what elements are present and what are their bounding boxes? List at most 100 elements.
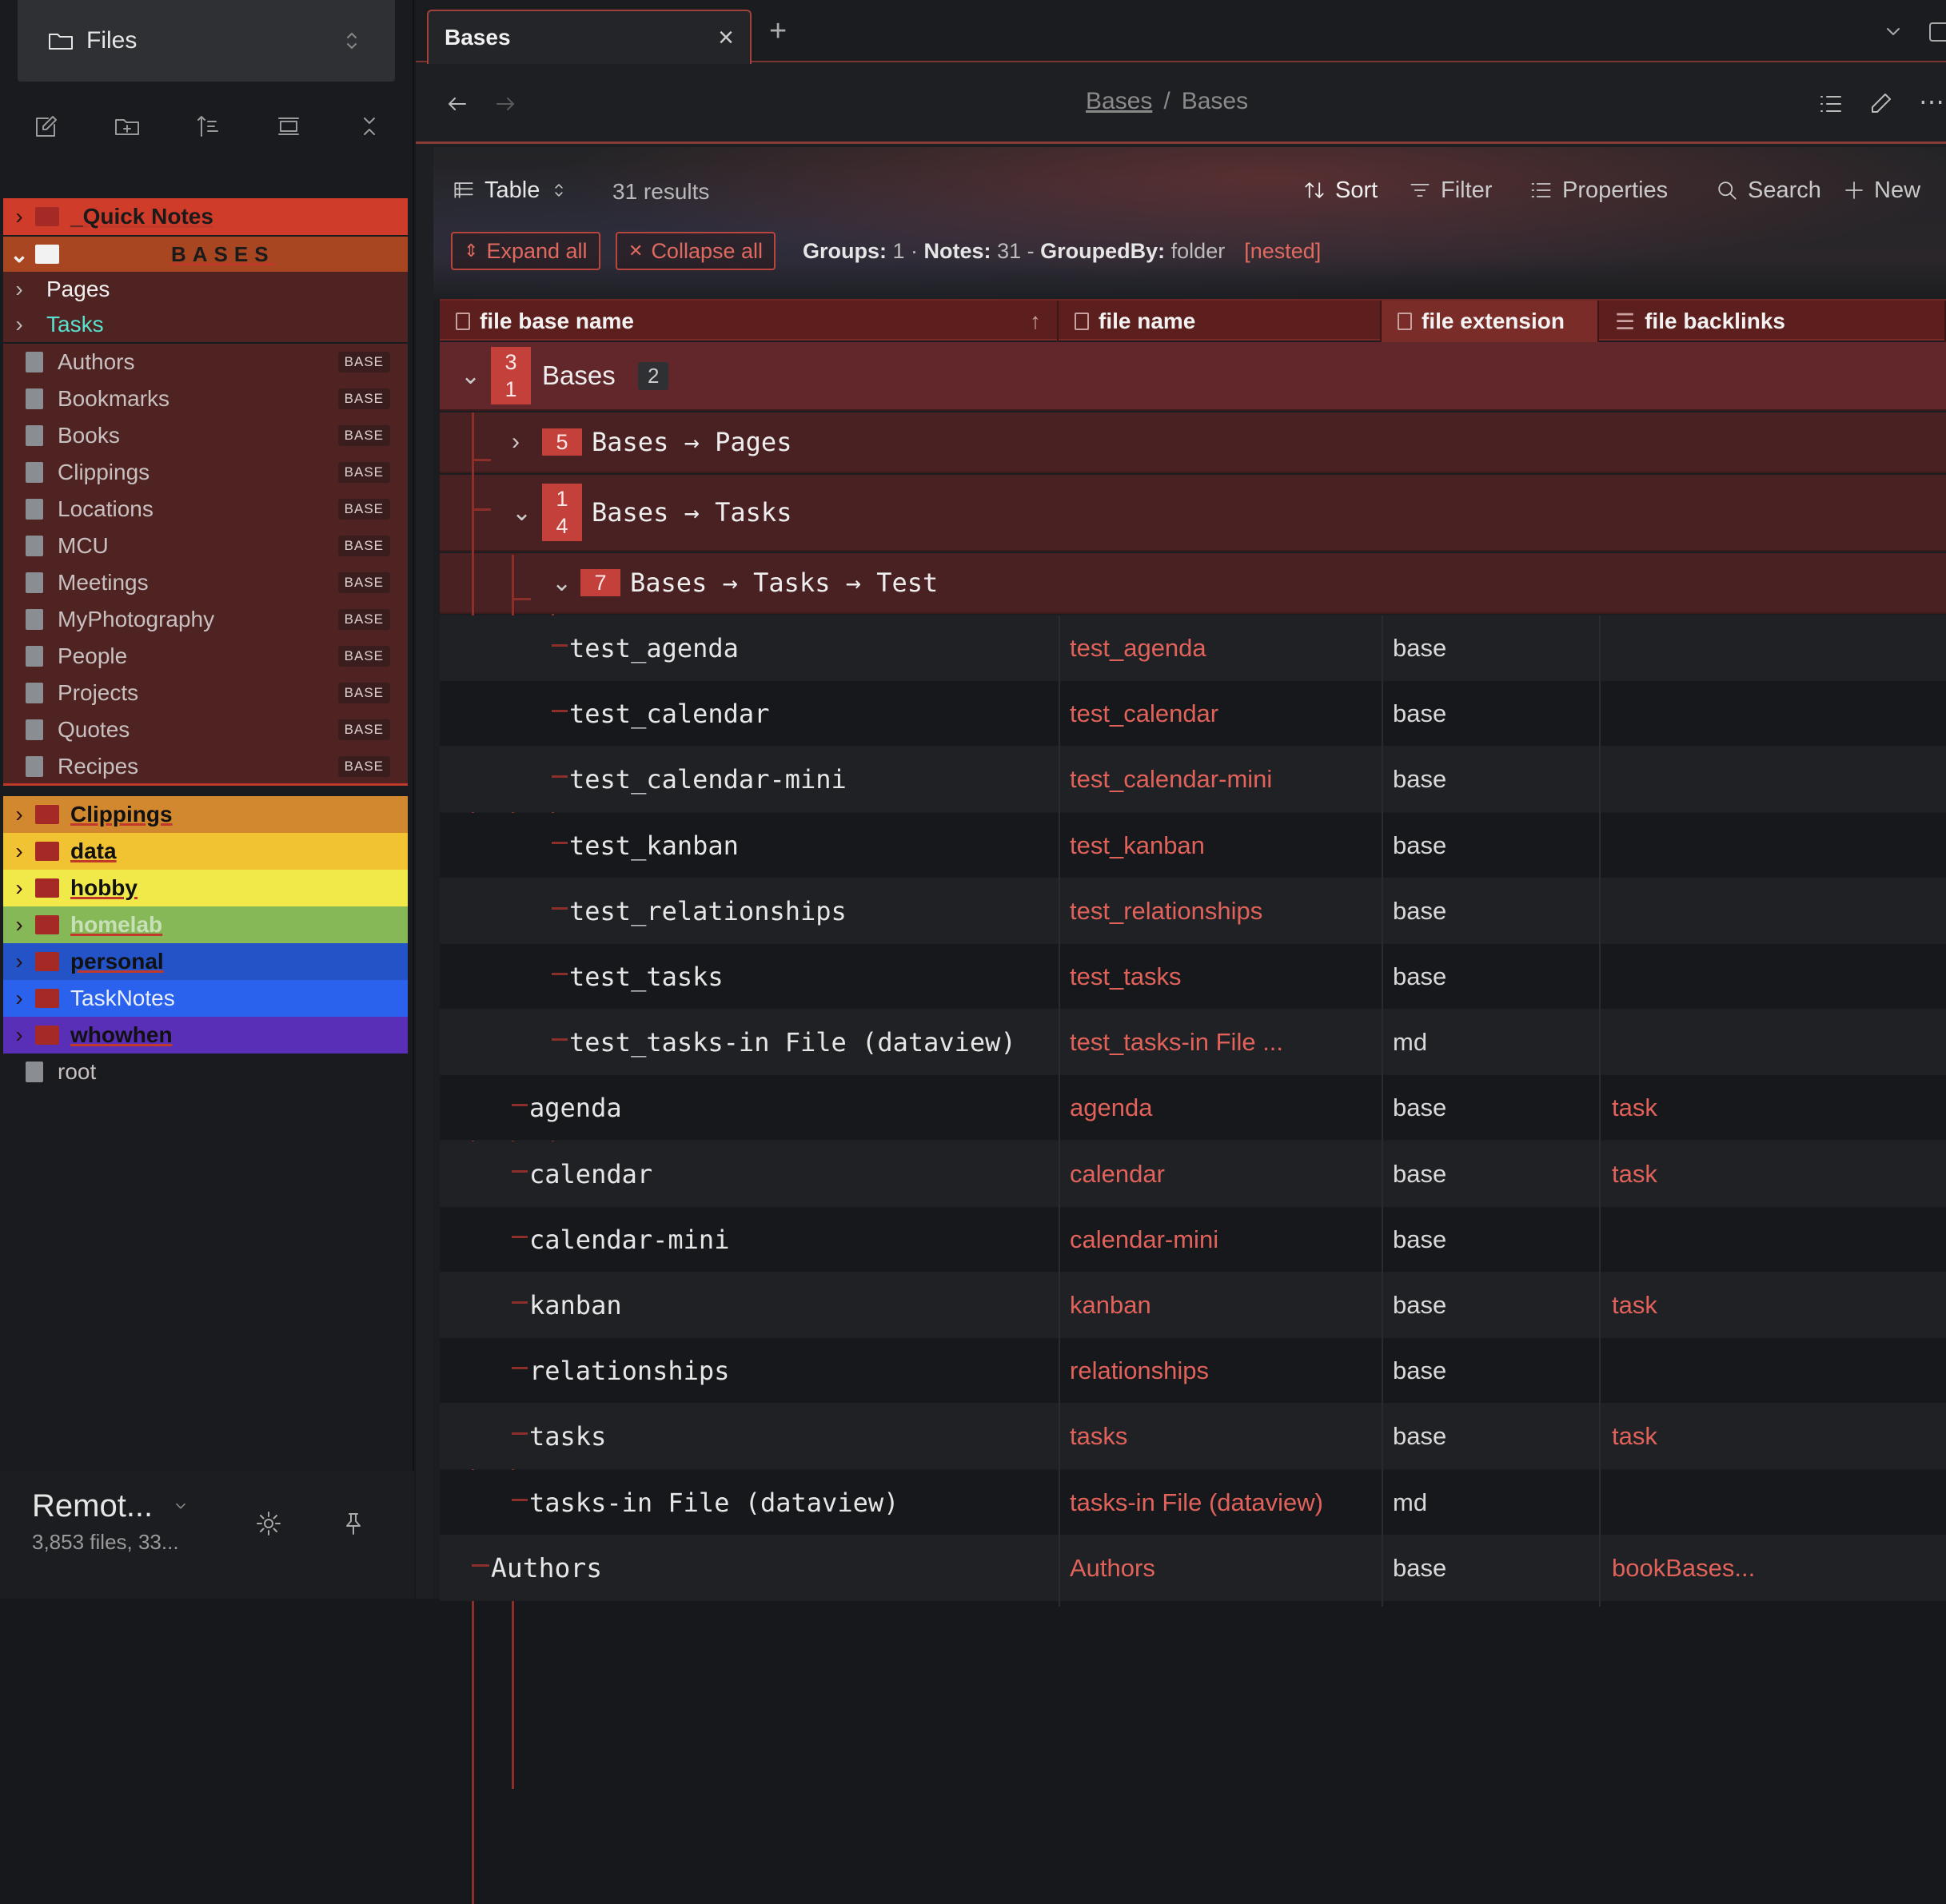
collapse-all-icon[interactable] bbox=[355, 112, 384, 141]
cell-file-name-link[interactable]: kanban bbox=[1059, 1273, 1378, 1338]
forward-arrow-icon[interactable] bbox=[491, 90, 520, 118]
pin-icon[interactable] bbox=[339, 1509, 368, 1538]
column-header-file-extension[interactable]: file extension bbox=[1382, 301, 1599, 342]
cell-file-base-name[interactable]: test_relationships bbox=[440, 878, 1055, 944]
cell-file-backlinks[interactable]: task bbox=[1599, 1141, 1946, 1207]
cell-file-backlinks[interactable] bbox=[1599, 1207, 1946, 1273]
cell-file-name-link[interactable]: tasks bbox=[1059, 1404, 1378, 1469]
group-row[interactable]: ⌄ 7 Bases → Tasks → Test bbox=[440, 553, 1946, 614]
cell-file-backlinks[interactable]: task bbox=[1599, 1075, 1946, 1141]
tree-folder[interactable]: › TaskNotes bbox=[3, 980, 408, 1017]
table-row[interactable]: test_relationships test_relationships base bbox=[440, 878, 1946, 944]
tree-folder[interactable]: › homelab bbox=[3, 906, 408, 943]
new-button[interactable]: New bbox=[1842, 176, 1920, 205]
chevron-right-icon[interactable]: › bbox=[3, 1022, 35, 1048]
cell-file-base-name[interactable]: Authors bbox=[440, 1536, 1055, 1601]
tree-folder[interactable]: › Tasks bbox=[3, 307, 408, 342]
tree-file[interactable]: Meetings BASE bbox=[3, 564, 408, 601]
tree-file[interactable]: MCU BASE bbox=[3, 528, 408, 564]
cell-file-backlinks[interactable] bbox=[1599, 1338, 1946, 1404]
files-view-switcher[interactable]: Files bbox=[18, 0, 395, 82]
new-note-icon[interactable] bbox=[32, 112, 61, 141]
cell-file-backlinks[interactable] bbox=[1599, 747, 1946, 812]
table-row[interactable]: calendar calendar base task bbox=[440, 1141, 1946, 1207]
properties-button[interactable]: Properties bbox=[1529, 176, 1668, 205]
cell-file-backlinks[interactable] bbox=[1599, 1470, 1946, 1536]
collapse-view-icon[interactable] bbox=[274, 112, 303, 141]
cell-file-name-link[interactable]: Authors bbox=[1059, 1536, 1378, 1601]
chevron-right-icon[interactable]: › bbox=[512, 428, 520, 456]
tree-file[interactable]: Quotes BASE bbox=[3, 711, 408, 748]
tree-folder[interactable]: › _Quick Notes bbox=[3, 198, 408, 235]
cell-file-backlinks[interactable] bbox=[1599, 878, 1946, 944]
vault-name[interactable]: Remot... bbox=[32, 1488, 153, 1524]
group-row[interactable]: ⌄ 1 4 Bases → Tasks bbox=[440, 475, 1946, 552]
tree-file[interactable]: root bbox=[3, 1054, 408, 1090]
table-row[interactable]: test_calendar-mini test_calendar-mini base bbox=[440, 747, 1946, 813]
cell-file-name-link[interactable]: test_calendar bbox=[1059, 681, 1378, 747]
cell-file-base-name[interactable]: test_calendar bbox=[440, 681, 1055, 747]
cell-file-base-name[interactable]: calendar bbox=[440, 1141, 1055, 1207]
chevron-right-icon[interactable]: › bbox=[3, 875, 35, 901]
chevron-right-icon[interactable]: › bbox=[3, 277, 35, 302]
filter-button[interactable]: Filter bbox=[1407, 176, 1492, 205]
chevron-right-icon[interactable]: › bbox=[3, 802, 35, 827]
view-selector[interactable]: Table bbox=[451, 176, 570, 205]
cell-file-name-link[interactable]: relationships bbox=[1059, 1338, 1378, 1404]
cell-file-name-link[interactable]: test_agenda bbox=[1059, 615, 1378, 681]
table-row[interactable]: calendar-mini calendar-mini base bbox=[440, 1206, 1946, 1273]
tree-folder[interactable]: ⌄ BASES bbox=[3, 237, 408, 272]
chevron-right-icon[interactable]: › bbox=[3, 312, 35, 337]
cell-file-name-link[interactable]: test_tasks bbox=[1059, 944, 1378, 1010]
group-row[interactable]: ⌄ 3 1 Bases 2 bbox=[440, 342, 1946, 411]
cell-file-base-name[interactable]: relationships bbox=[440, 1338, 1055, 1404]
new-folder-icon[interactable] bbox=[113, 112, 142, 141]
cell-file-base-name[interactable]: tasks bbox=[440, 1404, 1055, 1469]
cell-file-name-link[interactable]: calendar bbox=[1059, 1141, 1378, 1207]
back-arrow-icon[interactable] bbox=[443, 90, 472, 118]
settings-gear-icon[interactable] bbox=[254, 1509, 283, 1538]
sort-button[interactable]: Sort bbox=[1302, 176, 1378, 205]
chevron-right-icon[interactable]: › bbox=[3, 204, 35, 229]
chevron-right-icon[interactable]: › bbox=[3, 912, 35, 938]
close-tab-icon[interactable]: × bbox=[718, 22, 734, 54]
table-row[interactable]: kanban kanban base task bbox=[440, 1273, 1946, 1338]
cell-file-backlinks[interactable] bbox=[1599, 944, 1946, 1010]
cell-file-backlinks[interactable] bbox=[1599, 681, 1946, 747]
cell-file-backlinks[interactable]: task bbox=[1599, 1404, 1946, 1469]
chevron-right-icon[interactable]: › bbox=[3, 949, 35, 974]
tree-folder[interactable]: › Clippings bbox=[3, 796, 408, 833]
collapse-all-button[interactable]: ✕ Collapse all bbox=[616, 232, 776, 270]
cell-file-name-link[interactable]: test_relationships bbox=[1059, 878, 1378, 944]
chevron-down-icon[interactable] bbox=[169, 1492, 193, 1521]
cell-file-name-link[interactable]: test_calendar-mini bbox=[1059, 747, 1378, 812]
tree-file[interactable]: People BASE bbox=[3, 638, 408, 675]
tree-file[interactable]: Locations BASE bbox=[3, 491, 408, 528]
breadcrumb-parent[interactable]: Bases bbox=[1086, 88, 1152, 115]
cell-file-backlinks[interactable] bbox=[1599, 813, 1946, 878]
more-options-icon[interactable]: ⋯ bbox=[1919, 86, 1944, 117]
cell-file-name-link[interactable]: test_kanban bbox=[1059, 813, 1378, 878]
outline-list-icon[interactable] bbox=[1816, 90, 1845, 118]
table-row[interactable]: test_tasks-in File (dataview) test_tasks-… bbox=[440, 1010, 1946, 1076]
column-header-file-name[interactable]: file name bbox=[1059, 301, 1382, 342]
cell-file-name-link[interactable]: calendar-mini bbox=[1059, 1207, 1378, 1273]
cell-file-base-name[interactable]: test_calendar-mini bbox=[440, 747, 1055, 812]
table-row[interactable]: test_calendar test_calendar base bbox=[440, 681, 1946, 747]
table-row[interactable]: tasks-in File (dataview) tasks-in File (d… bbox=[440, 1469, 1946, 1536]
tab-list-chevron-icon[interactable] bbox=[1879, 18, 1908, 46]
tree-folder[interactable]: › personal bbox=[3, 943, 408, 980]
cell-file-base-name[interactable]: test_agenda bbox=[440, 615, 1055, 681]
tree-folder[interactable]: › data bbox=[3, 833, 408, 870]
chevron-down-icon[interactable]: ⌄ bbox=[461, 362, 481, 390]
cell-file-backlinks[interactable]: task bbox=[1599, 1273, 1946, 1338]
chevron-right-icon[interactable]: › bbox=[3, 838, 35, 864]
cell-file-base-name[interactable]: tasks-in File (dataview) bbox=[440, 1470, 1055, 1536]
tree-file[interactable]: MyPhotography BASE bbox=[3, 601, 408, 638]
table-row[interactable]: Authors Authors base bookBases... bbox=[440, 1535, 1946, 1601]
sidebar-toggle-icon[interactable] bbox=[1925, 18, 1946, 46]
cell-file-name-link[interactable]: test_tasks-in File ... bbox=[1059, 1010, 1378, 1075]
column-header-file-base-name[interactable]: file base name ↑ bbox=[440, 301, 1059, 342]
table-row[interactable]: relationships relationships base bbox=[440, 1338, 1946, 1404]
table-row[interactable]: tasks tasks base task bbox=[440, 1404, 1946, 1470]
